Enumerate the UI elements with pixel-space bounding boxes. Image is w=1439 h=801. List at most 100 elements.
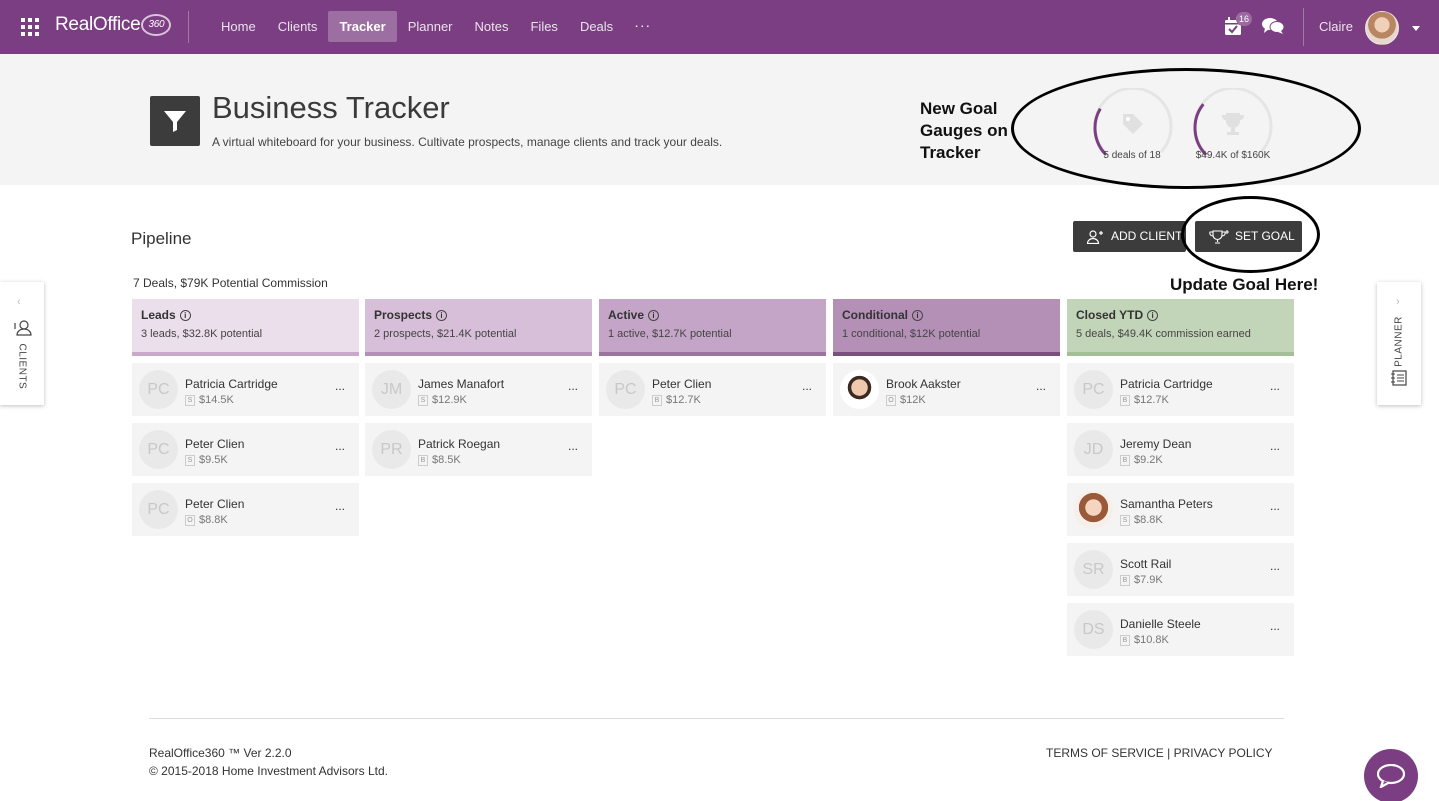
deal-value-row: B $9.2K (1120, 454, 1163, 466)
deal-value: $7.9K (1134, 574, 1163, 586)
deal-card[interactable]: PC Peter Clien O $8.8K... (132, 483, 359, 536)
pipeline-title: Pipeline (131, 229, 192, 248)
app-logo[interactable]: RealOffice 360 (55, 14, 172, 36)
column-title: Prospects i (374, 308, 582, 322)
deal-type-tag: B (1120, 634, 1130, 646)
column-summary: 1 active, $12.7K potential (608, 328, 732, 340)
pipeline-column-conditional: Conditional i 1 conditional, $12K potentia… (833, 299, 1060, 416)
client-avatar: PC (139, 370, 178, 409)
deal-type-tag: B (1120, 454, 1130, 466)
deal-value-row: O $12K (886, 394, 926, 406)
user-menu-caret-icon[interactable] (1412, 26, 1420, 31)
deal-card[interactable]: JM James Manafort S $12.9K... (365, 363, 592, 416)
nav-planner[interactable]: Planner (397, 11, 464, 42)
nav-home[interactable]: Home (210, 11, 267, 42)
info-icon[interactable]: i (436, 309, 448, 321)
deal-card[interactable]: PC Peter Clien S $9.5K... (132, 423, 359, 476)
deal-card[interactable]: PC Peter Clien B $12.7K... (599, 363, 826, 416)
add-user-icon (1087, 229, 1103, 244)
client-name: Patricia Cartridge (185, 377, 278, 391)
card-more-menu-button[interactable]: ... (1270, 619, 1280, 633)
gauges-annotation: New Goal Gauges on Tracker (920, 99, 1008, 162)
card-more-menu-button[interactable]: ... (335, 439, 345, 453)
client-name: Brook Aakster (886, 377, 961, 391)
deal-type-tag: B (1120, 574, 1130, 586)
username-label[interactable]: Claire (1319, 19, 1353, 34)
client-avatar: PC (606, 370, 645, 409)
nav-notes[interactable]: Notes (464, 11, 520, 42)
column-header: Leads i 3 leads, $32.8K potential (132, 299, 359, 356)
user-avatar[interactable] (1365, 11, 1399, 45)
card-more-menu-button[interactable]: ... (1270, 439, 1280, 453)
add-client-label: ADD CLIENT (1111, 229, 1183, 243)
deal-value-row: O $8.8K (185, 514, 228, 526)
notification-badge: 16 (1236, 12, 1253, 26)
planner-book-icon (1391, 370, 1407, 386)
planner-side-tab[interactable]: › PLANNER (1377, 282, 1421, 405)
deal-card[interactable]: Brook Aakster O $12K... (833, 363, 1060, 416)
add-client-button[interactable]: ADD CLIENT (1073, 221, 1186, 252)
live-chat-button[interactable] (1364, 749, 1418, 801)
deal-value: $9.5K (199, 454, 228, 466)
client-name: Samantha Peters (1120, 497, 1213, 511)
card-more-menu-button[interactable]: ... (1270, 499, 1280, 513)
card-more-menu-button[interactable]: ... (568, 379, 578, 393)
deal-card[interactable]: DS Danielle Steele B $10.8K... (1067, 603, 1294, 656)
deal-type-tag: B (418, 454, 428, 466)
deal-value: $12.7K (666, 394, 701, 406)
deal-card[interactable]: PC Patricia Cartridge S $14.5K... (132, 363, 359, 416)
deal-value-row: B $12.7K (652, 394, 701, 406)
card-more-menu-button[interactable]: ... (335, 379, 345, 393)
deal-value: $12.9K (432, 394, 467, 406)
deal-value-row: B $12.7K (1120, 394, 1169, 406)
deal-card[interactable]: JD Jeremy Dean B $9.2K... (1067, 423, 1294, 476)
deal-value-row: B $8.5K (418, 454, 461, 466)
user-divider (1303, 8, 1304, 46)
deal-value-row: S $8.8K (1120, 514, 1163, 526)
card-more-menu-button[interactable]: ... (802, 379, 812, 393)
nav-more-button[interactable]: ··· (624, 11, 661, 42)
card-more-menu-button[interactable]: ... (335, 499, 345, 513)
logo-badge: 360 (141, 14, 172, 36)
column-header: Closed YTD i 5 deals, $49.4K commission ea… (1067, 299, 1294, 356)
deal-card[interactable]: Samantha Peters S $8.8K... (1067, 483, 1294, 536)
deal-type-tag: S (1120, 514, 1130, 526)
client-avatar (1074, 490, 1113, 529)
footer-legal-links[interactable]: TERMS OF SERVICE | PRIVACY POLICY (1046, 746, 1273, 760)
deal-value: $8.5K (432, 454, 461, 466)
clients-icon (14, 320, 32, 336)
client-name: Peter Clien (185, 497, 245, 511)
nav-deals[interactable]: Deals (569, 11, 624, 42)
info-icon[interactable]: i (1147, 309, 1159, 321)
chat-bubbles-icon[interactable] (1262, 17, 1284, 35)
info-icon[interactable]: i (912, 309, 923, 321)
client-name: Patrick Roegan (418, 437, 501, 451)
deal-card[interactable]: PC Patricia Cartridge B $12.7K... (1067, 363, 1294, 416)
info-icon[interactable]: i (179, 309, 191, 321)
info-icon[interactable]: i (648, 309, 660, 321)
card-more-menu-button[interactable]: ... (568, 439, 578, 453)
nav-tracker[interactable]: Tracker (328, 11, 397, 42)
column-title-text: Closed YTD (1076, 308, 1144, 322)
deal-type-tag: S (185, 394, 195, 406)
client-avatar: PC (139, 490, 178, 529)
client-avatar: DS (1074, 610, 1113, 649)
nav-files[interactable]: Files (519, 11, 568, 42)
client-avatar: PR (372, 430, 411, 469)
apps-grid-icon[interactable] (21, 18, 39, 36)
logo-text: RealOffice (55, 14, 141, 35)
column-summary: 3 leads, $32.8K potential (141, 328, 263, 340)
card-more-menu-button[interactable]: ... (1270, 379, 1280, 393)
page-title: Business Tracker (212, 90, 450, 125)
deal-type-tag: B (652, 394, 662, 406)
nav-clients[interactable]: Clients (267, 11, 329, 42)
deal-card[interactable]: SR Scott Rail B $7.9K... (1067, 543, 1294, 596)
deal-card[interactable]: PR Patrick Roegan B $8.5K... (365, 423, 592, 476)
card-more-menu-button[interactable]: ... (1270, 559, 1280, 573)
deal-type-tag: S (418, 394, 428, 406)
clients-side-tab[interactable]: ‹ CLIENTS (0, 282, 44, 405)
card-more-menu-button[interactable]: ... (1036, 379, 1046, 393)
chevron-left-icon: ‹ (17, 296, 21, 308)
column-title-text: Conditional (842, 308, 908, 322)
client-name: Scott Rail (1120, 557, 1172, 571)
